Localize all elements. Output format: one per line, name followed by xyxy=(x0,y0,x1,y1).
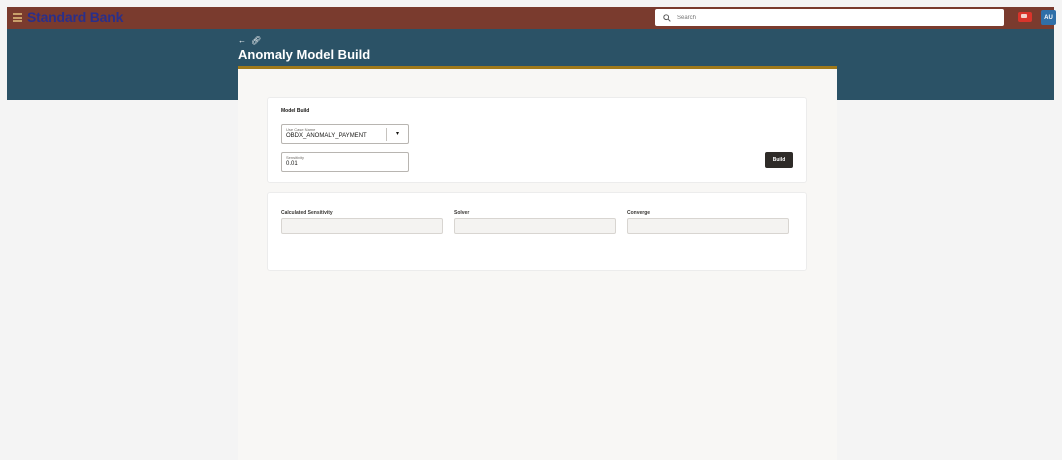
brand-logo[interactable]: Standard Bank xyxy=(27,9,123,25)
model-build-title: Model Build xyxy=(281,108,310,114)
user-avatar[interactable]: AU xyxy=(1041,10,1056,25)
sensitivity-input[interactable]: Sensitivity 0.01 xyxy=(281,152,409,172)
use-case-label: Use Case Name xyxy=(286,127,316,132)
search-box[interactable] xyxy=(655,9,1004,26)
link-icon[interactable]: 🔗︎ xyxy=(251,37,261,45)
chevron-down-icon[interactable]: ▾ xyxy=(396,130,399,137)
calculated-sensitivity-label: Calculated Sensitivity xyxy=(281,210,333,216)
build-button[interactable]: Build xyxy=(765,152,793,168)
search-input[interactable] xyxy=(677,14,977,21)
page-title: Anomaly Model Build xyxy=(238,47,371,62)
converge-field xyxy=(627,218,789,234)
use-case-select[interactable]: Use Case Name OBDX_ANOMALY_PAYMENT ▾ xyxy=(281,124,409,144)
sensitivity-label: Sensitivity xyxy=(286,155,305,160)
use-case-value: OBDX_ANOMALY_PAYMENT xyxy=(286,133,367,139)
calculated-sensitivity-field xyxy=(281,218,443,234)
search-icon xyxy=(663,13,671,22)
solver-label: Solver xyxy=(454,210,470,216)
hamburger-menu-icon[interactable] xyxy=(13,13,22,22)
back-arrow-icon[interactable]: ← xyxy=(238,37,246,45)
top-bar: Standard Bank AU xyxy=(7,7,1056,29)
sensitivity-value: 0.01 xyxy=(286,161,298,167)
converge-label: Converge xyxy=(627,210,651,216)
select-divider xyxy=(386,128,387,141)
page-nav-icons: ← 🔗︎ xyxy=(238,37,261,45)
notification-flag-icon[interactable] xyxy=(1018,12,1032,22)
solver-field xyxy=(454,218,616,234)
